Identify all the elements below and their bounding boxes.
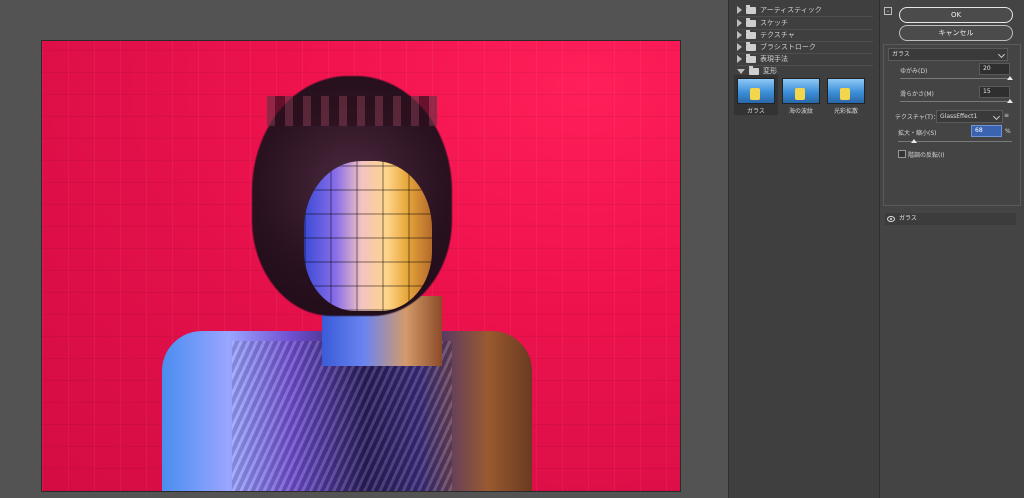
- distortion-slider-track[interactable]: [900, 78, 1010, 79]
- effect-layer-label: ガラス: [899, 215, 917, 222]
- face-glass-tiles: [304, 161, 432, 311]
- folder-icon: [746, 17, 756, 27]
- thumbnail-image: [827, 78, 865, 104]
- preview-area[interactable]: [0, 0, 728, 498]
- category-stylize[interactable]: 表現手法: [737, 53, 875, 65]
- smoothness-input[interactable]: 15: [979, 86, 1010, 98]
- expand-arrow-icon[interactable]: [737, 43, 742, 51]
- folder-icon: [746, 4, 756, 14]
- chevron-down-icon: [997, 50, 1006, 59]
- expand-arrow-icon[interactable]: [737, 6, 742, 14]
- filter-select-dropdown[interactable]: ガラス: [888, 48, 1008, 61]
- smoothness-label: 滑らかさ(M): [900, 91, 934, 98]
- smoothness-slider-track[interactable]: [900, 101, 1010, 102]
- texture-dropdown[interactable]: GlassEffect1: [936, 110, 1003, 123]
- ok-button[interactable]: OK: [899, 7, 1013, 23]
- folder-open-icon: [749, 65, 759, 75]
- category-brush-strokes[interactable]: ブラシストローク: [737, 41, 875, 53]
- category-label: スケッチ: [760, 19, 788, 27]
- category-texture[interactable]: テクスチャ: [737, 29, 875, 41]
- texture-value: GlassEffect1: [940, 113, 978, 120]
- filter-thumb-ocean-ripple[interactable]: 海の波紋: [779, 75, 823, 115]
- distortion-label: ゆがみ(D): [900, 68, 928, 75]
- scaling-label: 拡大・縮小(S): [898, 130, 937, 137]
- texture-menu-icon[interactable]: ≡: [1004, 112, 1009, 119]
- filter-gallery-panel: アーティスティック スケッチ テクスチャ ブラシストローク 表現手法 変形 ガラ…: [728, 0, 880, 498]
- thumb-label: 海の波紋: [788, 108, 813, 115]
- scaling-slider-knob[interactable]: [910, 139, 917, 143]
- filter-thumb-diffuse-glow[interactable]: 光彩拡散: [824, 75, 868, 115]
- distortion-slider-knob[interactable]: [1007, 76, 1013, 80]
- expand-arrow-icon[interactable]: [737, 31, 742, 39]
- filter-settings-panel: ⌄ OK キャンセル ガラス ゆがみ(D) 20 滑らかさ(M) 15 テクスチ…: [880, 0, 1024, 498]
- hair-glass-tiles: [267, 96, 437, 126]
- thumbnail-image: [737, 78, 775, 104]
- thumb-label: 光彩拡散: [833, 108, 858, 115]
- filter-select-value: ガラス: [892, 51, 910, 58]
- folder-icon: [746, 41, 756, 51]
- category-label: ブラシストローク: [760, 43, 816, 51]
- distortion-input[interactable]: 20: [979, 63, 1010, 75]
- effect-layer-row[interactable]: ガラス: [885, 213, 1016, 225]
- expand-arrow-icon[interactable]: [737, 19, 742, 27]
- collapse-panel-icon[interactable]: ⌄: [884, 7, 892, 15]
- smoothness-slider-knob[interactable]: [1007, 99, 1013, 103]
- filter-thumb-glass[interactable]: ガラス: [734, 75, 778, 115]
- category-sketch[interactable]: スケッチ: [737, 17, 875, 29]
- eye-icon[interactable]: [887, 216, 895, 222]
- cancel-button[interactable]: キャンセル: [899, 25, 1013, 41]
- expand-arrow-icon[interactable]: [737, 55, 742, 63]
- collapse-arrow-icon[interactable]: [737, 68, 745, 74]
- folder-icon: [746, 29, 756, 39]
- texture-label: テクスチャ(T)：: [895, 114, 940, 121]
- thumb-label: ガラス: [747, 108, 765, 115]
- scaling-input[interactable]: 68: [971, 125, 1002, 137]
- filter-preview-image: [41, 40, 681, 492]
- invert-label: 階調の反転(I): [908, 152, 945, 159]
- invert-checkbox[interactable]: [898, 150, 906, 158]
- thumbnail-image: [782, 78, 820, 104]
- scaling-unit: %: [1005, 128, 1011, 135]
- category-label: アーティスティック: [760, 6, 822, 14]
- category-label: テクスチャ: [760, 31, 795, 39]
- chevron-down-icon: [992, 112, 1001, 121]
- category-label: 表現手法: [760, 55, 788, 63]
- folder-icon: [746, 53, 756, 63]
- category-artistic[interactable]: アーティスティック: [737, 4, 875, 16]
